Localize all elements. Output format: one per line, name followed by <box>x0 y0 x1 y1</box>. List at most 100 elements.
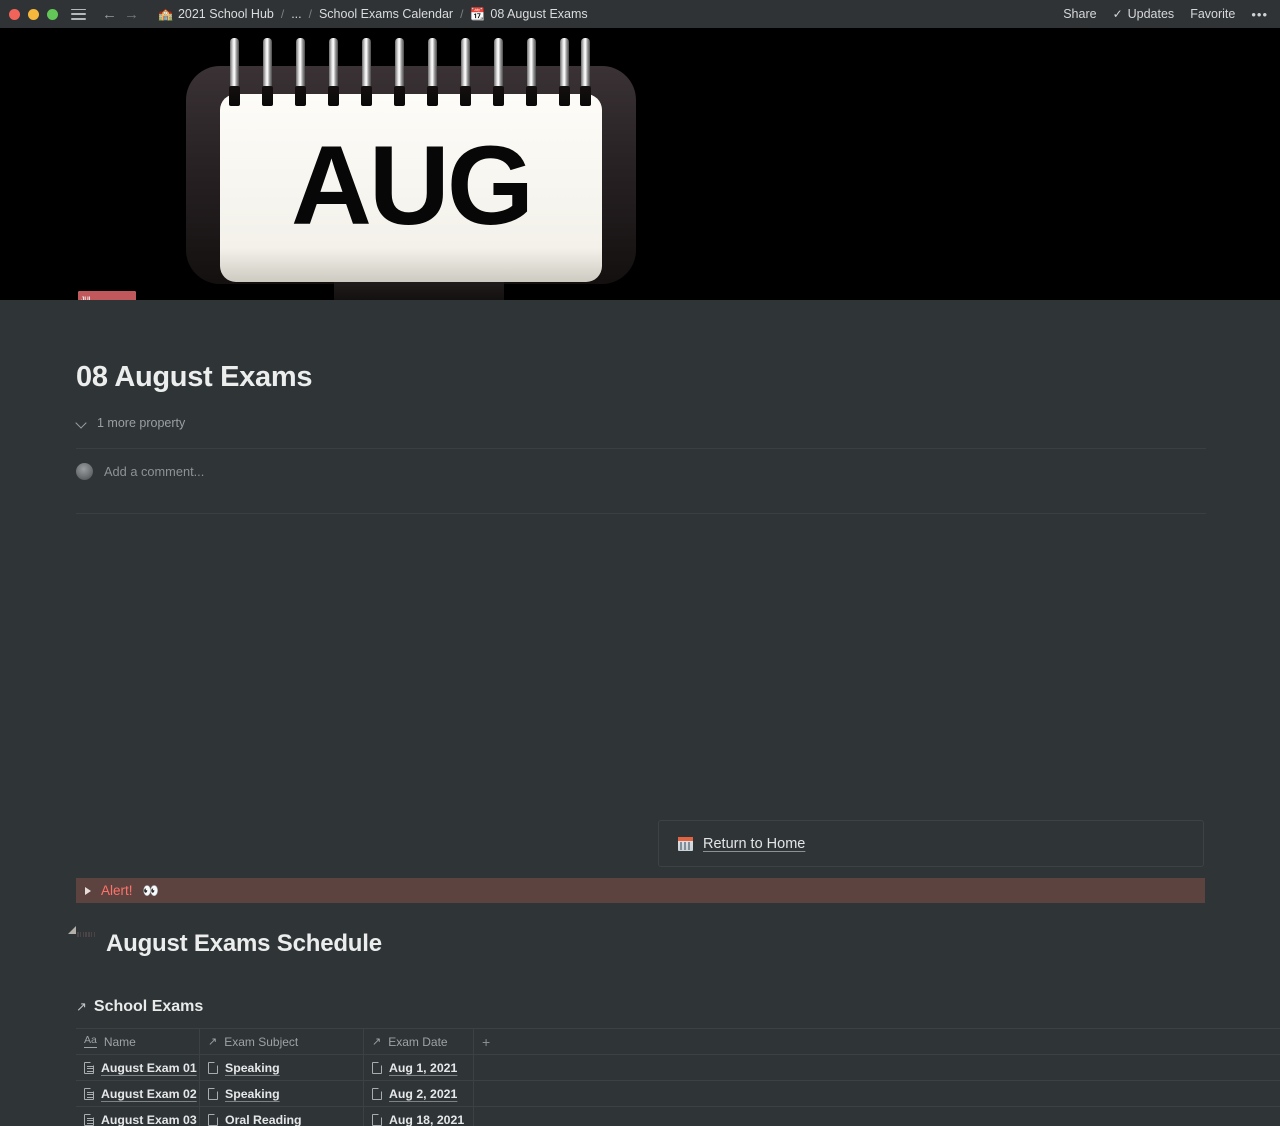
calendar-emoji-icon: JUL <box>78 291 136 300</box>
window-traffic-lights <box>9 8 58 20</box>
cell-name[interactable]: August Exam 01 <box>76 1054 200 1081</box>
page-cover-image[interactable]: AUG JUL <box>0 28 1280 300</box>
database-title[interactable]: ↗ School Exams <box>76 998 203 1016</box>
cell-empty[interactable] <box>474 1107 1280 1126</box>
breadcrumb-label: School Exams Calendar <box>318 7 454 21</box>
add-comment-row[interactable]: Add a comment... <box>76 449 1206 495</box>
column-header-label: Exam Subject <box>224 1034 299 1049</box>
breadcrumb-item-current-page[interactable]: 📆 08 August Exams <box>466 6 591 22</box>
school-building-icon: 🏫 <box>158 7 173 21</box>
plus-icon: + <box>482 1033 491 1050</box>
calendar-month-text: AUG <box>291 122 534 248</box>
page-lined-icon <box>84 1113 94 1126</box>
cell-empty[interactable] <box>474 1055 1280 1081</box>
exams-table: Aa Name ↗ Exam Subject ↗ Exam Date + Aug… <box>76 1028 1280 1126</box>
database-title-text: School Exams <box>93 998 204 1015</box>
page-icon <box>208 1087 218 1100</box>
calendar-icon <box>68 925 97 955</box>
forward-arrow-icon[interactable]: → <box>124 7 139 22</box>
breadcrumb-label: 08 August Exams <box>490 7 588 21</box>
column-header-exam-date[interactable]: ↗ Exam Date <box>364 1028 474 1055</box>
cover-dark-area <box>670 28 1280 300</box>
add-column-button[interactable]: + <box>474 1029 1280 1055</box>
favorite-button[interactable]: Favorite <box>1190 7 1235 21</box>
relation-icon: ↗ <box>372 1036 382 1048</box>
breadcrumb-separator: / <box>308 7 312 21</box>
cell-name[interactable]: August Exam 02 <box>76 1080 200 1107</box>
close-window-button[interactable] <box>9 8 20 20</box>
table-row[interactable]: August Exam 01 Speaking Aug 1, 2021 <box>76 1054 1280 1081</box>
sidebar-menu-icon[interactable] <box>71 8 86 20</box>
schedule-heading: August Exams Schedule <box>68 925 382 958</box>
updates-button[interactable]: ✓ Updates <box>1113 7 1175 21</box>
cell-exam-date[interactable]: Aug 1, 2021 <box>364 1054 474 1081</box>
navigation-arrows: ← → <box>102 7 139 22</box>
cell-exam-date[interactable]: Aug 18, 2021 <box>364 1106 474 1126</box>
toggle-triangle-icon[interactable] <box>85 886 91 895</box>
add-comment-placeholder: Add a comment... <box>104 463 205 479</box>
calendar-icon: 📆 <box>470 7 486 21</box>
cell-exam-date-value: Aug 2, 2021 <box>389 1086 458 1101</box>
eyes-emoji-icon: 👀 <box>142 882 159 898</box>
cell-exam-subject[interactable]: Speaking <box>200 1080 364 1107</box>
return-to-home-link[interactable]: Return to Home <box>703 836 805 852</box>
share-label: Share <box>1063 7 1097 21</box>
cell-exam-subject[interactable]: Oral Reading <box>200 1106 364 1126</box>
cell-exam-date[interactable]: Aug 2, 2021 <box>364 1080 474 1107</box>
column-header-label: Name <box>103 1034 136 1049</box>
more-properties-label: 1 more property <box>97 415 186 430</box>
calendar-stand <box>334 282 504 300</box>
page-icon <box>372 1061 382 1074</box>
breadcrumb-item-exams-calendar[interactable]: School Exams Calendar <box>315 6 457 22</box>
maximize-window-button[interactable] <box>47 8 58 20</box>
column-header-name[interactable]: Aa Name <box>76 1028 200 1055</box>
breadcrumb-separator: / <box>460 7 464 21</box>
avatar <box>76 462 93 480</box>
breadcrumb-item-school-hub[interactable]: 🏫 2021 School Hub <box>154 6 278 22</box>
cell-exam-date-value: Aug 1, 2021 <box>389 1060 458 1075</box>
table-header-row: Aa Name ↗ Exam Subject ↗ Exam Date + <box>76 1028 1280 1055</box>
cell-exam-subject-value: Speaking <box>225 1086 280 1101</box>
page-icon <box>372 1087 382 1100</box>
cell-exam-subject[interactable]: Speaking <box>200 1054 364 1081</box>
table-row[interactable]: August Exam 02 Speaking Aug 2, 2021 <box>76 1080 1280 1107</box>
relation-icon: ↗ <box>208 1036 218 1048</box>
emoji-month-label: JUL <box>81 297 93 300</box>
minimize-window-button[interactable] <box>28 8 39 20</box>
chevron-down-icon <box>76 417 88 429</box>
cell-name-value: August Exam 01 <box>101 1060 197 1075</box>
check-icon: ✓ <box>1112 7 1123 21</box>
alert-label: Alert! <box>101 883 133 898</box>
cell-exam-date-value: Aug 18, 2021 <box>389 1112 465 1126</box>
column-header-label: Exam Date <box>388 1034 448 1049</box>
desk-calendar-photo: AUG <box>186 38 636 300</box>
cell-empty[interactable] <box>474 1081 1280 1107</box>
breadcrumb-label: ... <box>291 7 302 21</box>
breadcrumb-label: 2021 School Hub <box>177 7 274 21</box>
page-title[interactable]: 08 August Exams <box>76 360 1206 395</box>
breadcrumb-separator: / <box>280 7 285 21</box>
more-properties-toggle[interactable]: 1 more property <box>76 416 1206 430</box>
titlebar-actions: Share ✓ Updates Favorite ••• <box>1063 7 1268 22</box>
cell-exam-subject-value: Speaking <box>225 1060 280 1075</box>
page-lined-icon <box>84 1087 94 1100</box>
page-icon[interactable]: JUL <box>78 291 140 300</box>
cell-name-value: August Exam 03 <box>101 1112 197 1126</box>
return-to-home-card[interactable]: Return to Home <box>658 820 1204 867</box>
title-text-icon: Aa <box>84 1034 97 1048</box>
alert-toggle-block[interactable]: Alert! 👀 <box>76 878 1205 903</box>
page-content: 08 August Exams 1 more property Add a co… <box>0 300 1280 1126</box>
column-header-exam-subject[interactable]: ↗ Exam Subject <box>200 1028 364 1055</box>
page-icon <box>208 1113 218 1126</box>
table-row[interactable]: August Exam 03 Oral Reading Aug 18, 2021 <box>76 1106 1280 1126</box>
share-button[interactable]: Share <box>1063 7 1096 21</box>
back-arrow-icon[interactable]: ← <box>102 7 117 22</box>
calendar-rings <box>229 38 591 106</box>
more-options-icon[interactable]: ••• <box>1251 7 1268 22</box>
breadcrumb-item-ellipsis[interactable]: ... <box>287 6 305 22</box>
cell-name[interactable]: August Exam 03 <box>76 1106 200 1126</box>
comment-divider <box>76 512 1206 514</box>
breadcrumb: 🏫 2021 School Hub / ... / School Exams C… <box>154 6 592 22</box>
emoji-header: JUL <box>78 291 136 300</box>
window-titlebar: ← → 🏫 2021 School Hub / ... / School Exa… <box>0 0 1280 28</box>
